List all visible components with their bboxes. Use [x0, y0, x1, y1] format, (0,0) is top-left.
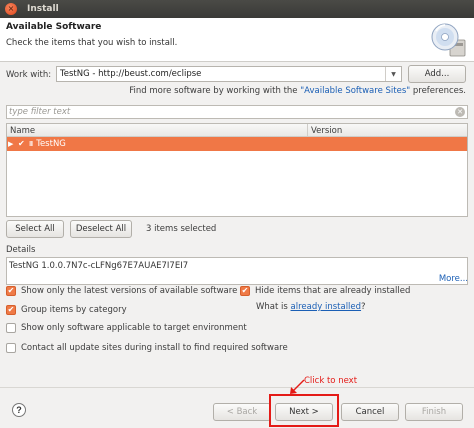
cd-install-icon [431, 23, 466, 57]
clear-filter-icon[interactable]: ✕ [455, 107, 465, 117]
option-group-by-category[interactable]: ✔ Group items by category [6, 304, 127, 316]
work-with-value: TestNG - http://beust.com/eclipse [60, 69, 202, 79]
checkbox-unchecked-icon[interactable] [6, 323, 16, 333]
option-latest-versions[interactable]: ✔ Show only the latest versions of avail… [6, 285, 237, 297]
deselect-all-button[interactable]: Deselect All [70, 220, 132, 238]
add-site-button[interactable]: Add... [408, 65, 466, 83]
option-label: Contact all update sites during install … [21, 343, 288, 353]
option-contact-update-sites[interactable]: Contact all update sites during install … [6, 342, 288, 354]
checkbox-checked-icon[interactable]: ✔ [240, 286, 250, 296]
window-title: Install [27, 4, 59, 14]
available-sites-link[interactable]: "Available Software Sites" [300, 86, 410, 96]
what-is-installed-text: What is already installed? [256, 302, 366, 312]
page-description: Check the items that you wish to install… [6, 38, 178, 48]
select-all-button[interactable]: Select All [6, 220, 64, 238]
close-window-button[interactable]: × [5, 3, 17, 15]
close-icon: × [7, 4, 15, 13]
finish-button[interactable]: Finish [405, 403, 463, 421]
details-text-area[interactable]: TestNG 1.0.0.7N7c-cLFNg67E7AUAE7I7EI7 [6, 257, 468, 285]
option-label: Show only the latest versions of availab… [21, 286, 238, 296]
already-installed-link[interactable]: already installed [291, 302, 362, 312]
dialog-header: Available Software Check the items that … [0, 18, 474, 62]
details-label: Details [6, 245, 36, 255]
option-label: Hide items that are already installed [255, 286, 411, 296]
help-icon: ? [16, 405, 22, 415]
option-hide-installed[interactable]: ✔ Hide items that are already installed [240, 285, 410, 297]
option-target-environment[interactable]: Show only software applicable to target … [6, 322, 247, 334]
software-tree[interactable]: Name Version ▶ ✔ III TestNG [6, 123, 468, 217]
checkbox-checked-icon[interactable]: ✔ [6, 286, 16, 296]
help-button[interactable]: ? [12, 403, 26, 417]
items-selected-count: 3 items selected [146, 224, 217, 234]
checkbox-unchecked-icon[interactable] [6, 343, 16, 353]
work-with-combo[interactable]: TestNG - http://beust.com/eclipse ▼ [56, 66, 402, 82]
cancel-button[interactable]: Cancel [341, 403, 399, 421]
row-checkbox-checked-icon[interactable]: ✔ [18, 140, 26, 148]
column-header-name[interactable]: Name [10, 126, 35, 136]
work-with-label: Work with: [6, 70, 52, 80]
column-divider[interactable] [307, 124, 308, 137]
page-title: Available Software [6, 22, 102, 32]
tree-row-label: TestNG [36, 139, 66, 149]
footer-divider [0, 387, 474, 388]
expand-arrow-icon[interactable]: ▶ [8, 140, 16, 148]
title-bar: × Install [0, 0, 474, 18]
category-icon: III [29, 140, 33, 148]
option-label: Show only software applicable to target … [21, 323, 247, 333]
more-details-link[interactable]: More... [439, 274, 468, 284]
option-label: Group items by category [21, 305, 127, 315]
next-highlight-box [269, 394, 339, 427]
column-header-version[interactable]: Version [311, 126, 342, 136]
tree-header: Name Version [7, 124, 467, 137]
find-more-text: Find more software by working with the "… [129, 86, 466, 96]
checkbox-checked-icon[interactable]: ✔ [6, 305, 16, 315]
back-button[interactable]: < Back [213, 403, 271, 421]
dropdown-arrow-icon[interactable]: ▼ [385, 67, 401, 81]
details-text: TestNG 1.0.0.7N7c-cLFNg67E7AUAE7I7EI7 [9, 261, 189, 271]
filter-placeholder: type filter text [9, 107, 71, 117]
filter-input[interactable]: type filter text ✕ [6, 105, 468, 119]
tree-row-testng[interactable]: ▶ ✔ III TestNG [7, 137, 467, 151]
click-to-next-annotation: Click to next [304, 376, 358, 386]
